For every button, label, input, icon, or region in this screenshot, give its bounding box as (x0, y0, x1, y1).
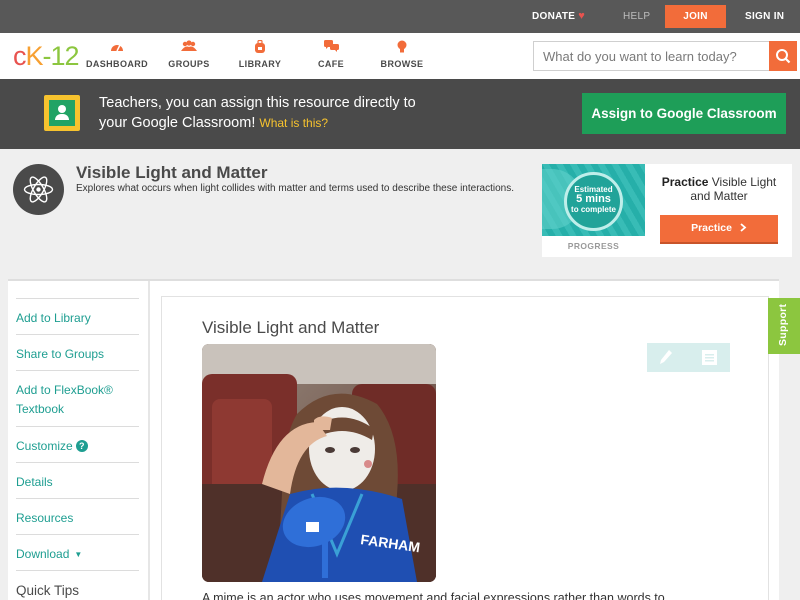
logo-c: c (13, 41, 26, 71)
classroom-message: Teachers, you can assign this resource d… (99, 93, 479, 133)
concept-description: Explores what occurs when light collides… (76, 183, 514, 194)
assign-to-google-classroom-button[interactable]: Assign to Google Classroom (582, 93, 786, 134)
concept-header: Visible Light and Matter Explores what o… (0, 149, 800, 279)
practice-title-bold: Practice (661, 175, 709, 189)
help-link[interactable]: HELP (623, 0, 650, 33)
nav-cafe[interactable]: CAFE (291, 40, 371, 69)
nav-groups-label: GROUPS (168, 59, 210, 69)
main-content-area: Add to Library Share to Groups Add to Fl… (8, 279, 779, 600)
classroom-line-2: your Google Classroom! (99, 115, 256, 131)
customize-label: Customize (16, 439, 73, 453)
download-label: Download (16, 547, 70, 561)
nav-groups[interactable]: GROUPS (149, 40, 229, 69)
customize-link[interactable]: Customize? (16, 426, 139, 462)
mime-photo: FARHAM (202, 344, 436, 582)
nav-dashboard-label: DASHBOARD (85, 59, 149, 69)
nav-library[interactable]: LIBRARY (220, 39, 300, 69)
what-is-this-link[interactable]: What is this? (259, 116, 328, 130)
google-classroom-icon (44, 95, 80, 131)
google-classroom-banner: Teachers, you can assign this resource d… (0, 79, 800, 149)
content-panel: Visible Light and Matter FARHAM A mime i… (161, 296, 769, 600)
search-input[interactable] (533, 41, 769, 71)
logo-12: 12 (50, 41, 80, 71)
gauge-icon (77, 40, 157, 56)
practice-artwork: Estimated 5 mins to complete (542, 164, 645, 236)
practice-button-label: Practice (691, 222, 732, 234)
classroom-line-1: Teachers, you can assign this resource d… (99, 95, 416, 111)
backpack-icon (220, 39, 300, 56)
nav-dashboard[interactable]: DASHBOARD (77, 40, 157, 69)
sign-in-link[interactable]: SIGN IN (745, 0, 784, 33)
main-nav: cK-12 DASHBOARD GROUPS LIBRARY CAFE BROW… (0, 33, 800, 79)
logo-k: K (25, 41, 44, 71)
quick-tips-heading: Quick Tips (16, 570, 139, 600)
progress-label: PROGRESS (567, 241, 620, 251)
people-icon (149, 40, 229, 56)
logo-dash: - (42, 41, 52, 71)
concept-title: Visible Light and Matter (76, 163, 268, 182)
content-title: Visible Light and Matter (202, 318, 380, 337)
lightbulb-icon (362, 40, 442, 56)
support-tab[interactable]: Support (768, 298, 800, 354)
estimated-time-badge: Estimated 5 mins to complete (564, 172, 623, 231)
help-question-icon[interactable]: ? (75, 440, 88, 452)
notes-icon[interactable] (702, 350, 717, 370)
search-icon (776, 49, 791, 64)
heart-icon: ♥ (578, 10, 586, 22)
resources-link[interactable]: Resources (16, 498, 139, 534)
chevron-right-icon (740, 223, 747, 232)
share-to-groups-link[interactable]: Share to Groups (16, 334, 139, 370)
utility-bar: DONATE ♥ HELP JOIN SIGN IN (0, 0, 800, 33)
atom-icon (13, 164, 64, 215)
nav-library-label: LIBRARY (238, 59, 282, 69)
support-label: Support (777, 303, 789, 346)
nav-cafe-label: CAFE (317, 59, 345, 69)
content-tools (647, 343, 730, 372)
nav-browse-label: BROWSE (380, 59, 424, 69)
practice-button[interactable]: Practice (660, 215, 778, 244)
download-link[interactable]: Download ▼ (16, 534, 139, 570)
badge-to-complete: to complete (571, 205, 616, 214)
donate-link[interactable]: DONATE ♥ (532, 0, 585, 33)
add-to-flexbook-link[interactable]: Add to FlexBook® Textbook (16, 370, 139, 426)
details-link[interactable]: Details (16, 462, 139, 498)
badge-minutes: 5 mins (576, 193, 611, 205)
content-paragraph: A mime is an actor who uses movement and… (202, 591, 665, 600)
donate-label: DONATE (532, 11, 576, 22)
practice-card: Estimated 5 mins to complete PROGRESS Pr… (542, 164, 792, 257)
practice-title: Practice Visible Light and Matter (654, 175, 784, 203)
ck12-logo[interactable]: cK-12 (13, 41, 80, 71)
pencil-icon[interactable] (659, 349, 673, 370)
search-button[interactable] (769, 41, 797, 71)
add-to-library-link[interactable]: Add to Library (16, 298, 139, 334)
caret-down-icon: ▼ (74, 550, 83, 559)
join-button[interactable]: JOIN (665, 5, 726, 28)
action-sidebar: Add to Library Share to Groups Add to Fl… (8, 281, 150, 600)
nav-browse[interactable]: BROWSE (362, 40, 442, 69)
chat-bubbles-icon (291, 40, 371, 56)
